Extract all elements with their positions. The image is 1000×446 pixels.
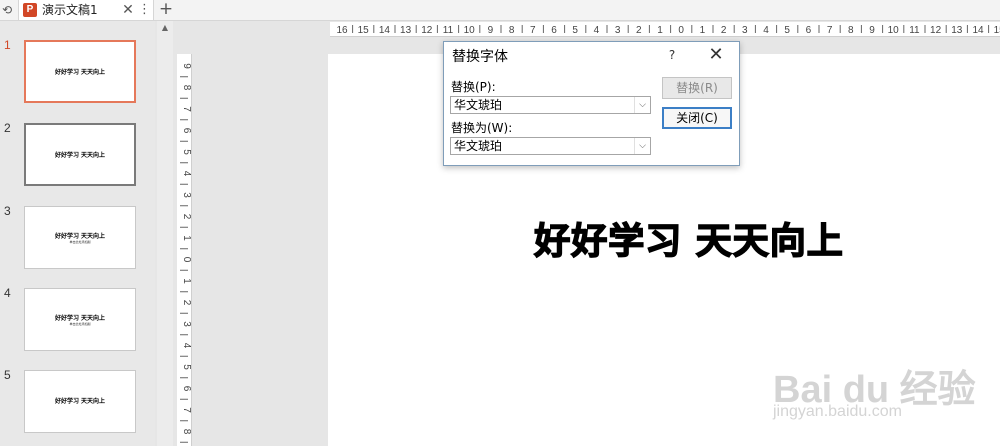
tab-document[interactable]: P 演示文稿1 ✕ ⋮ (18, 0, 154, 20)
ruler-label: 15 (358, 25, 370, 36)
ruler-label: 2 (721, 25, 727, 36)
ruler-label: 7 (530, 25, 536, 36)
dialog-title: 替换字体 (452, 49, 508, 65)
slide-number: 4 (4, 286, 11, 300)
thumbnail-scrollbar[interactable]: ▲ (157, 21, 173, 446)
slide-number: 1 (4, 38, 11, 52)
slide-thumbnail-1[interactable]: 好好学习 天天向上 (24, 40, 136, 103)
thumbnail-subtitle: 单击此处添加副 (69, 322, 91, 326)
ruler-label: 6 (181, 128, 192, 134)
ruler-label: 3 (181, 192, 192, 198)
thumbnail-subtitle: 单击此处添加副 (69, 240, 91, 244)
ruler-label: 4 (181, 171, 192, 177)
ruler-label: 3 (181, 321, 192, 327)
ruler-label: 9 (488, 25, 494, 36)
ruler-label: 2 (636, 25, 642, 36)
ruler-label: 5 (181, 364, 192, 370)
chevron-down-icon[interactable]: ⌵ (634, 138, 650, 154)
ruler-label: 9 (181, 63, 192, 69)
scroll-up-icon[interactable]: ▲ (157, 23, 173, 33)
ruler-label: 14 (972, 25, 984, 36)
horizontal-ruler: 16 15 14 13 12 11 10 9 8 7 6 5 4 3 2 1 0 1 2 3 4 5 6 7 8 9 10 11 12 1… (330, 22, 1000, 37)
history-icon[interactable]: ⟲ (0, 2, 14, 18)
close-button[interactable]: 关闭(C) (662, 107, 732, 129)
ruler-label: 6 (806, 25, 812, 36)
ruler-label: 1 (181, 278, 192, 284)
slide-thumbnail-4[interactable]: 好好学习 天天向上 单击此处添加副 (24, 288, 136, 351)
add-tab-button[interactable]: + (156, 0, 176, 20)
ruler-label: 3 (615, 25, 621, 36)
ruler-label: 13 (400, 25, 412, 36)
slide-thumbnail-3[interactable]: 好好学习 天天向上 单击此处添加副 (24, 206, 136, 269)
ruler-label: 5 (181, 149, 192, 155)
slide-number: 5 (4, 368, 11, 382)
replace-with-font-select[interactable]: 华文琥珀 ⌵ (450, 137, 651, 155)
replace-font-select[interactable]: 华文琥珀 ⌵ (450, 96, 651, 114)
vertical-ruler: 9 8 7 6 5 4 3 2 1 0 1 2 3 4 5 6 7 8 (177, 54, 192, 446)
watermark-url: jingyan.baidu.com (773, 403, 902, 420)
ruler-label: 8 (848, 25, 854, 36)
ruler-label: 6 (551, 25, 557, 36)
ruler-label: 11 (909, 25, 920, 36)
baidu-watermark: Bai du 经验 jingyan.baidu.com (773, 340, 993, 435)
ruler-label: 0 (678, 25, 684, 36)
thumbnail-title: 好好学习 天天向上 (54, 69, 106, 76)
ruler-label: 5 (784, 25, 790, 36)
ruler-label: 2 (181, 214, 192, 220)
ruler-label: 12 (421, 25, 433, 36)
ruler-label: 4 (181, 343, 192, 349)
ruler-label: 4 (594, 25, 600, 36)
ruler-label: 1 (657, 25, 663, 36)
thumbnail-title: 好好学习 天天向上 (54, 398, 106, 405)
slide-thumbnail-pane: 1 好好学习 天天向上 2 好好学习 天天向上 3 好好学习 天天向上 单击此处… (0, 21, 155, 446)
ruler-label: 0 (181, 257, 192, 263)
ruler-label: 13 (951, 25, 963, 36)
ruler-label: 10 (888, 25, 900, 36)
ruler-label: 3 (742, 25, 748, 36)
slide-number: 3 (4, 204, 11, 218)
ruler-label: 2 (181, 300, 192, 306)
replace-font-value: 华文琥珀 (454, 98, 503, 112)
ruler-label: 7 (181, 407, 192, 413)
ruler-label: 7 (827, 25, 833, 36)
ruler-label: 4 (763, 25, 769, 36)
ruler-label: 5 (572, 25, 578, 36)
slide-number: 2 (4, 121, 11, 135)
ruler-label: 10 (464, 25, 476, 36)
ruler-label: 15 (994, 25, 1000, 36)
ruler-label: 1 (181, 235, 192, 241)
ruler-label: 9 (869, 25, 875, 36)
close-icon[interactable]: ✕ (121, 0, 135, 20)
ruler-label: 12 (930, 25, 942, 36)
thumbnail-title: 好好学习 天天向上 (54, 152, 106, 159)
ruler-label: 11 (443, 25, 454, 36)
slide-thumbnail-2[interactable]: 好好学习 天天向上 (24, 123, 136, 186)
ruler-label: 6 (181, 386, 192, 392)
slide-title[interactable]: 好好学习 天天向上 (328, 212, 1000, 264)
more-icon[interactable]: ⋮ (138, 0, 151, 20)
replace-button[interactable]: 替换(R) (662, 77, 732, 99)
ruler-label: 14 (379, 25, 391, 36)
tab-title: 演示文稿1 (42, 3, 98, 17)
tab-bar: ⟲ P 演示文稿1 ✕ ⋮ + (0, 0, 1000, 21)
thumbnail-title: 好好学习 天天向上 (54, 233, 106, 240)
replace-label: 替换(P): (451, 80, 496, 94)
ruler-label: 16 (336, 25, 348, 36)
replace-font-dialog: 替换字体 ? ✕ 替换(P): 华文琥珀 ⌵ 替换为(W): 华文琥珀 ⌵ 替换… (443, 41, 740, 166)
powerpoint-icon: P (23, 3, 37, 17)
thumbnail-title: 好好学习 天天向上 (54, 315, 106, 322)
ruler-label: 8 (509, 25, 515, 36)
replace-with-label: 替换为(W): (451, 121, 513, 135)
replace-with-font-value: 华文琥珀 (454, 139, 503, 153)
help-icon[interactable]: ? (666, 45, 678, 65)
dialog-close-icon[interactable]: ✕ (706, 44, 726, 66)
slide-thumbnail-5[interactable]: 好好学习 天天向上 (24, 370, 136, 433)
ruler-label: 8 (181, 85, 192, 91)
ruler-label: 1 (700, 25, 706, 36)
ruler-label: 8 (181, 429, 192, 435)
ruler-label: 7 (181, 106, 192, 112)
chevron-down-icon[interactable]: ⌵ (634, 97, 650, 113)
